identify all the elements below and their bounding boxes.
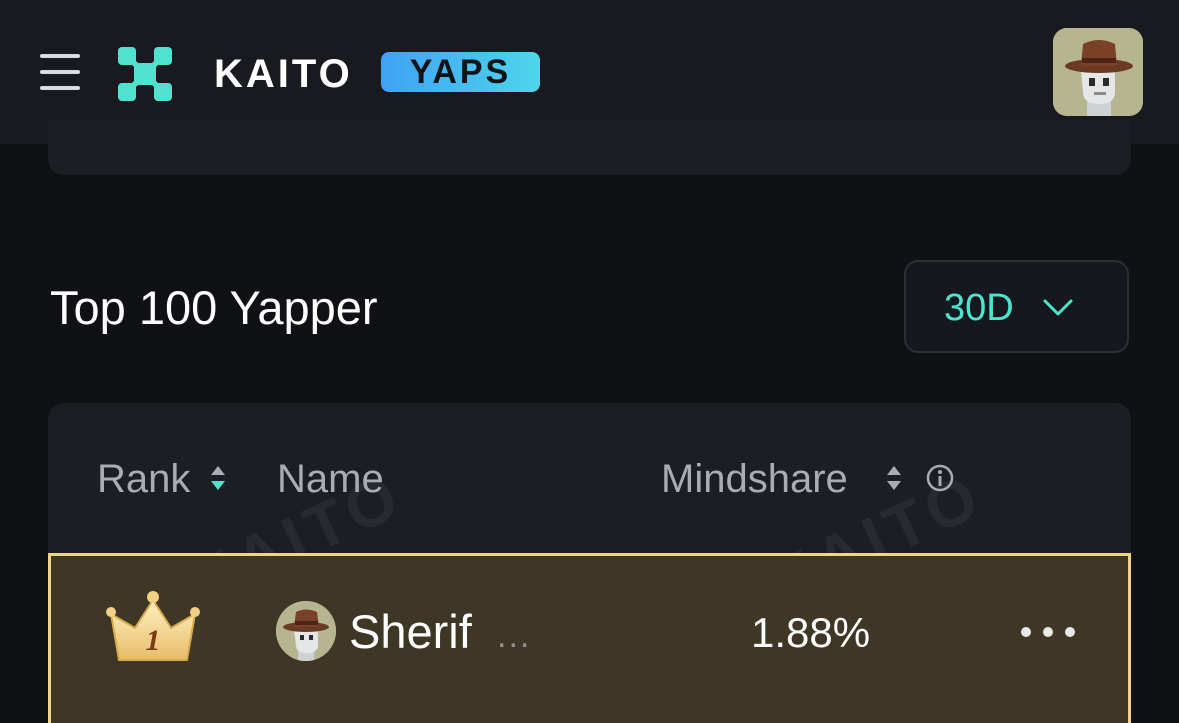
yapper-name[interactable]: Sherif: [349, 606, 472, 658]
sort-mindshare-icon[interactable]: [885, 464, 903, 492]
more-options-icon[interactable]: [1019, 622, 1077, 642]
column-header-mindshare[interactable]: Mindshare: [661, 455, 848, 503]
column-header-name: Name: [277, 457, 384, 501]
avatar[interactable]: [276, 601, 336, 661]
hamburger-menu-icon[interactable]: [36, 50, 84, 94]
table-row[interactable]: 1 Sherif ... 1.88%: [48, 553, 1131, 723]
name-truncation-ellipsis: ...: [497, 617, 532, 655]
card-bottom-edge: [48, 120, 1131, 175]
kaito-logo-icon[interactable]: [118, 47, 172, 101]
mindshare-value: 1.88%: [751, 609, 871, 656]
chevron-down-icon: [1043, 299, 1073, 316]
sort-rank-icon[interactable]: [209, 464, 227, 492]
info-icon[interactable]: [926, 464, 954, 492]
period-selected-value: 30D: [944, 287, 1014, 329]
user-avatar[interactable]: [1053, 28, 1143, 116]
leaderboard-title: Top 100 Yapper: [50, 281, 378, 334]
period-dropdown[interactable]: 30D: [904, 260, 1129, 353]
gold-crown-icon: 1: [106, 591, 200, 661]
avatar-figure-icon: [276, 601, 336, 661]
leaderboard-table: KAITO KAITO Rank Name Mindshare 1 Sherif…: [48, 403, 1131, 723]
avatar-figure-icon: [1053, 28, 1143, 116]
rank-number: 1: [146, 624, 161, 657]
logo-badge: YAPS: [381, 52, 540, 92]
logo-wordmark: KAITO: [214, 52, 353, 96]
column-header-rank[interactable]: Rank: [97, 455, 190, 503]
